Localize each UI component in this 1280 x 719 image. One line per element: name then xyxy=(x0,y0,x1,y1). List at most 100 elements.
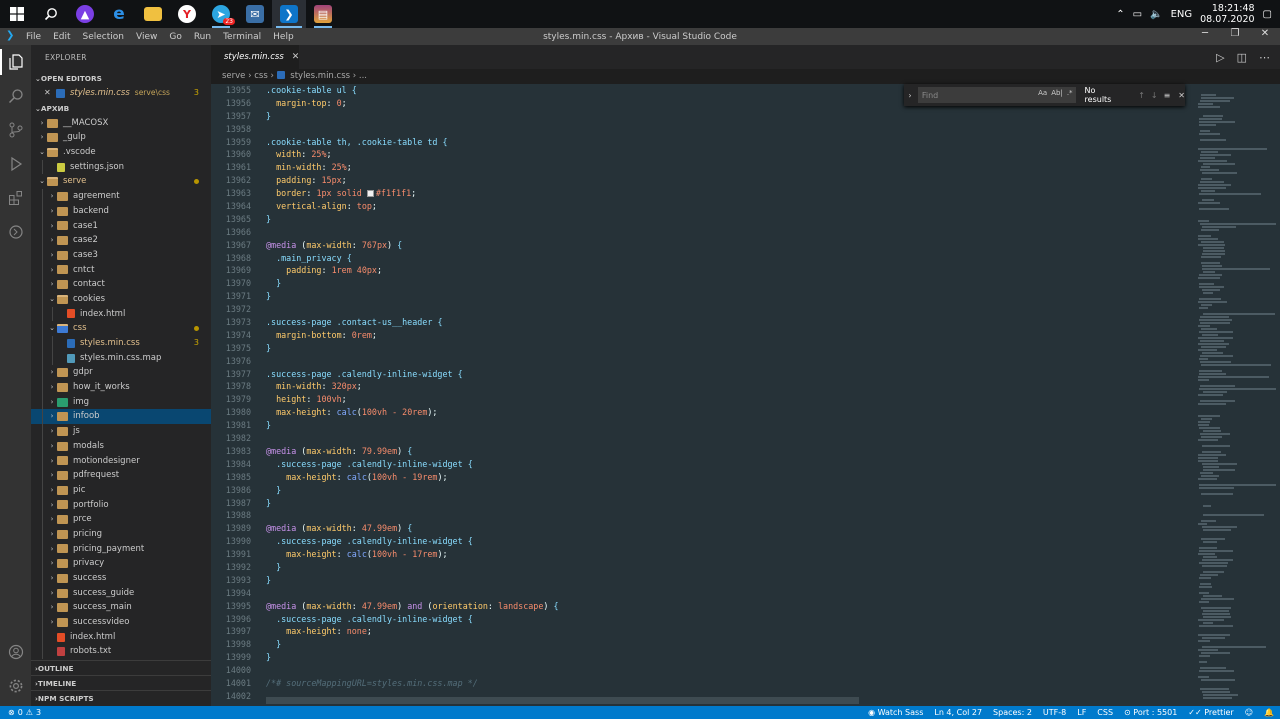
bell-icon[interactable]: 🔔 xyxy=(1264,708,1274,717)
menu-terminal[interactable]: Terminal xyxy=(217,32,267,42)
tree-item[interactable]: › prce xyxy=(31,512,211,527)
cursor-position[interactable]: Ln 4, Col 27 xyxy=(934,708,982,717)
tree-item[interactable]: › case2 xyxy=(31,233,211,248)
code-line[interactable]: } xyxy=(266,651,559,664)
code-line[interactable]: max-height: calc(100vh - 19rem); xyxy=(266,471,559,484)
menu-run[interactable]: Run xyxy=(188,32,217,42)
code-line[interactable]: max-height: none; xyxy=(266,625,559,638)
code-line[interactable]: padding: 15px; xyxy=(266,174,559,187)
code-line[interactable]: .success-page .calendly-inline-widget { xyxy=(266,368,559,381)
tree-item[interactable]: › pic xyxy=(31,482,211,498)
tree-item[interactable]: › success_guide xyxy=(31,585,211,601)
code-line[interactable]: } xyxy=(266,277,559,290)
code-line[interactable] xyxy=(266,303,559,316)
code-line[interactable]: } xyxy=(266,497,559,510)
edge-icon[interactable]: e xyxy=(102,0,136,28)
open-editor-item[interactable]: ✕ styles.min.css serve\css 3 xyxy=(31,86,211,101)
code-line[interactable]: padding: 1rem 40px; xyxy=(266,264,559,277)
tree-item[interactable]: › case1 xyxy=(31,218,211,234)
menu-selection[interactable]: Selection xyxy=(77,32,130,42)
code-line[interactable]: } xyxy=(266,110,559,123)
close-find-icon[interactable]: ✕ xyxy=(1178,91,1185,100)
telegram-icon[interactable]: ➤ 23 xyxy=(204,0,238,28)
code-line[interactable]: } xyxy=(266,561,559,574)
tree-item[interactable]: styles.min.css.map xyxy=(31,350,211,366)
previous-match-icon[interactable]: ↑ xyxy=(1138,91,1145,100)
start-icon[interactable] xyxy=(0,0,34,28)
live-server-port[interactable]: ⊙ Port : 5501 xyxy=(1124,708,1177,717)
file-explorer-icon[interactable] xyxy=(136,0,170,28)
tree-item[interactable]: › modals xyxy=(31,438,211,454)
tree-item[interactable]: › successvideo xyxy=(31,615,211,630)
tree-item[interactable]: robots.txt xyxy=(31,644,211,660)
tree-item[interactable]: ⌄ cookies xyxy=(31,291,211,307)
tree-item[interactable]: › cntct xyxy=(31,262,211,278)
code-line[interactable]: margin-top: 0; xyxy=(266,97,559,110)
tree-item[interactable]: › infoob xyxy=(31,409,211,425)
find-in-selection-icon[interactable]: ≡ xyxy=(1164,91,1171,100)
tree-item[interactable]: settings.json xyxy=(31,159,211,175)
close-editor-icon[interactable]: ✕ xyxy=(44,86,54,101)
code-line[interactable]: } xyxy=(266,638,559,651)
explorer-icon[interactable] xyxy=(0,45,31,79)
minimize-icon[interactable]: ─ xyxy=(1190,28,1220,45)
menu-view[interactable]: View xyxy=(130,32,163,42)
breadcrumb-file[interactable]: styles.min.css xyxy=(290,71,350,81)
tree-item[interactable]: index.html xyxy=(31,629,211,645)
tree-item[interactable]: ⌄ serve xyxy=(31,174,211,189)
code-line[interactable]: } xyxy=(266,213,559,226)
code-line[interactable]: max-height: calc(100vh - 17rem); xyxy=(266,548,559,561)
run-debug-icon[interactable] xyxy=(0,147,31,181)
code-line[interactable]: min-width: 25%; xyxy=(266,161,559,174)
tree-item[interactable]: › contact xyxy=(31,277,211,292)
code-line[interactable]: } xyxy=(266,290,559,303)
breadcrumb-symbol[interactable]: ... xyxy=(359,71,367,81)
code-line[interactable]: min-width: 320px; xyxy=(266,380,559,393)
match-case-toggle[interactable]: Aa xyxy=(1038,89,1047,97)
code-line[interactable]: } xyxy=(266,419,559,432)
tree-item[interactable]: ⌄ css xyxy=(31,321,211,336)
code-line[interactable]: @media (max-width: 47.99em) { xyxy=(266,522,559,535)
code-line[interactable]: .success-page .contact-us__header { xyxy=(266,316,559,329)
code-line[interactable] xyxy=(266,355,559,368)
code-line[interactable]: margin-bottom: 0rem; xyxy=(266,329,559,342)
horizontal-scrollbar[interactable] xyxy=(266,697,859,704)
code-line[interactable]: @media (max-width: 47.99em) and (orienta… xyxy=(266,600,559,613)
code-line[interactable] xyxy=(266,509,559,522)
close-tab-icon[interactable]: ✕ xyxy=(292,52,300,62)
run-icon[interactable]: ▷ xyxy=(1216,51,1224,64)
open-editors-header[interactable]: ⌄OPEN EDITORS xyxy=(31,71,211,86)
tree-item[interactable]: ⌄ .vscode xyxy=(31,145,211,160)
vscode-icon[interactable]: ❯ xyxy=(272,0,306,28)
code-line[interactable]: .success-page .calendly-inline-widget { xyxy=(266,535,559,548)
tree-item[interactable]: › portfolio xyxy=(31,497,211,513)
timeline-header[interactable]: ›TIMELINE xyxy=(31,675,211,690)
code-line[interactable]: .success-page .calendly-inline-widget { xyxy=(266,458,559,471)
split-editor-icon[interactable]: ◫ xyxy=(1237,51,1247,64)
yandex-browser-icon[interactable]: Y xyxy=(170,0,204,28)
code-line[interactable]: } xyxy=(266,342,559,355)
search-view-icon[interactable] xyxy=(0,79,31,113)
feedback-icon[interactable]: ☺ xyxy=(1245,708,1253,717)
language-indicator[interactable]: ENG xyxy=(1171,9,1193,20)
cortana-icon[interactable]: ▲ xyxy=(68,0,102,28)
tree-item[interactable]: › pricing xyxy=(31,526,211,542)
tree-item[interactable]: › gdpr xyxy=(31,365,211,381)
tree-item[interactable]: › js xyxy=(31,424,211,439)
close-icon[interactable]: ✕ xyxy=(1250,28,1280,45)
code-line[interactable]: .success-page .calendly-inline-widget { xyxy=(266,613,559,626)
color-swatch-icon[interactable] xyxy=(366,190,374,198)
account-icon[interactable] xyxy=(0,635,31,669)
end-of-line[interactable]: LF xyxy=(1077,708,1086,717)
code-line[interactable]: border: 1px solid #f1f1f1; xyxy=(266,187,559,200)
tree-item[interactable]: styles.min.css 3 xyxy=(31,336,211,351)
extensions-icon[interactable] xyxy=(0,181,31,215)
tree-item[interactable]: › pricing_payment xyxy=(31,541,211,557)
tree-item[interactable]: › how_it_works xyxy=(31,380,211,395)
encoding[interactable]: UTF-8 xyxy=(1043,708,1066,717)
winrar-icon[interactable]: ▤ xyxy=(306,0,340,28)
tree-item[interactable]: › __MACOSX xyxy=(31,116,211,131)
code-line[interactable] xyxy=(266,664,559,677)
volume-icon[interactable]: 🔈 xyxy=(1150,9,1162,20)
code-line[interactable]: max-height: calc(100vh - 20rem); xyxy=(266,406,559,419)
